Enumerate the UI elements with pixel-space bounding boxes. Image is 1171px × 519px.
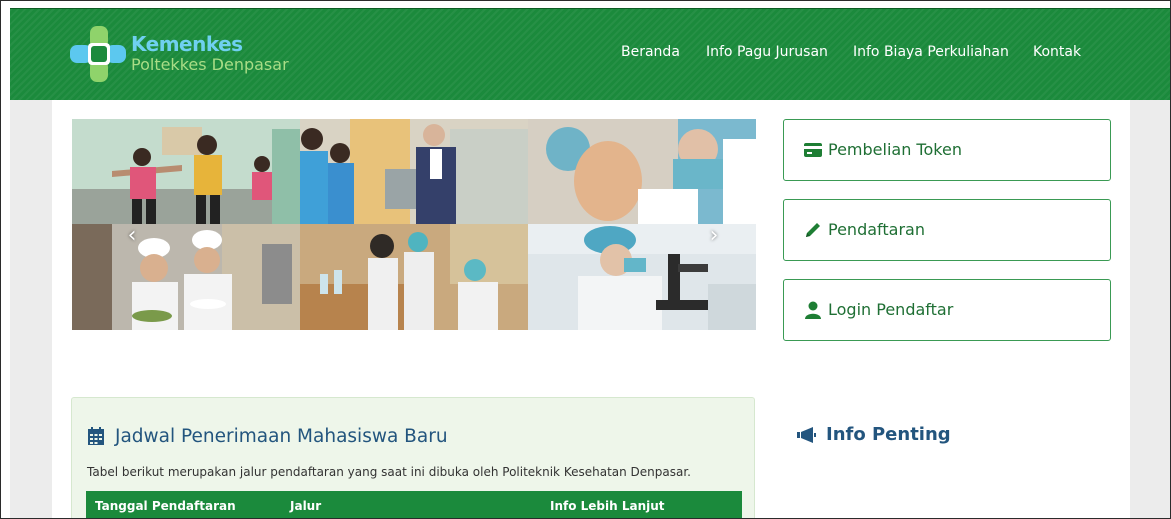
pencil-icon xyxy=(806,223,820,237)
page-frame: Kemenkes Poltekkes Denpasar Beranda Info… xyxy=(0,0,1171,519)
header-navbar: Kemenkes Poltekkes Denpasar Beranda Info… xyxy=(10,8,1170,100)
brand-logo-link[interactable]: Kemenkes Poltekkes Denpasar xyxy=(68,24,328,84)
pembelian-token-button[interactable]: Pembelian Token xyxy=(783,119,1111,181)
jadwal-panel: Jadwal Penerimaan Mahasiswa Baru Tabel b… xyxy=(71,397,755,518)
calendar-icon xyxy=(88,427,104,445)
column-info-lebih-lanjut: Info Lebih Lanjut xyxy=(550,499,665,513)
megaphone-icon xyxy=(797,427,816,443)
image-carousel[interactable]: ‹ › xyxy=(72,119,756,330)
jadwal-table-header: Tanggal Pendaftaran Jalur Info Lebih Lan… xyxy=(86,491,742,518)
nav-kontak[interactable]: Kontak xyxy=(1033,42,1081,62)
credit-card-icon xyxy=(804,143,822,157)
info-penting-title: Info Penting xyxy=(826,424,951,445)
pendaftaran-label: Pendaftaran xyxy=(828,220,925,239)
pendaftaran-button[interactable]: Pendaftaran xyxy=(783,199,1111,261)
brand-subtitle: Poltekkes Denpasar xyxy=(131,55,289,74)
chevron-left-icon[interactable]: ‹ xyxy=(122,223,142,249)
carousel-photo-lab xyxy=(300,224,528,330)
pembelian-token-label: Pembelian Token xyxy=(828,140,962,159)
jadwal-description: Tabel berikut merupakan jalur pendaftara… xyxy=(87,465,691,479)
page-gutter-right xyxy=(1130,100,1170,518)
carousel-photo-exercise xyxy=(72,119,300,224)
carousel-photo-chefs xyxy=(72,224,300,330)
login-pendaftar-label: Login Pendaftar xyxy=(828,300,954,319)
chevron-right-icon[interactable]: › xyxy=(704,223,724,249)
carousel-photo-nurses xyxy=(300,119,528,224)
nav-info-pagu-jurusan[interactable]: Info Pagu Jurusan xyxy=(706,42,828,62)
nav-info-biaya-perkuliahan[interactable]: Info Biaya Perkuliahan xyxy=(853,42,1009,62)
kemenkes-logo-icon xyxy=(70,26,126,82)
column-tanggal-pendaftaran: Tanggal Pendaftaran xyxy=(95,499,236,513)
nav-beranda[interactable]: Beranda xyxy=(621,42,680,62)
user-icon xyxy=(805,301,821,319)
column-jalur: Jalur xyxy=(290,499,322,513)
jadwal-title: Jadwal Penerimaan Mahasiswa Baru xyxy=(115,426,448,447)
page-gutter-left xyxy=(10,100,52,518)
carousel-photo-dental xyxy=(528,119,756,224)
brand-title: Kemenkes xyxy=(131,32,243,56)
login-pendaftar-button[interactable]: Login Pendaftar xyxy=(783,279,1111,341)
